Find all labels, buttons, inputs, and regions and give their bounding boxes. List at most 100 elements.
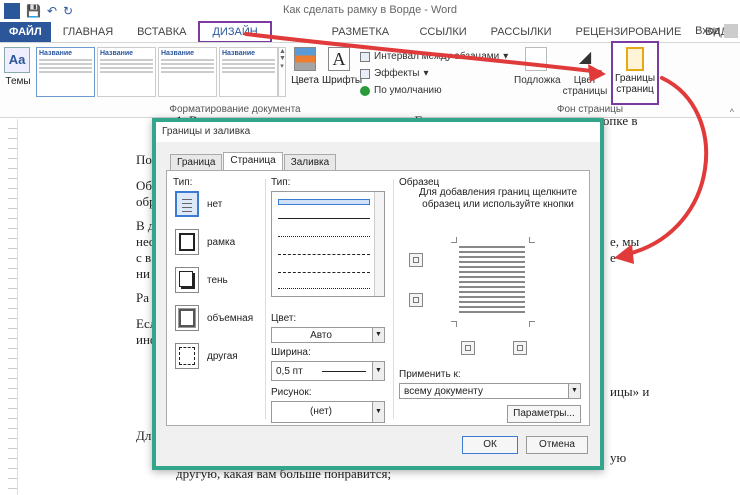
tab-insert[interactable]: ВСТАВКА — [125, 22, 198, 42]
tab-references[interactable]: ССЫЛКИ — [407, 22, 478, 42]
setting-shadow-label: тень — [207, 274, 228, 286]
line-style-list[interactable] — [271, 191, 385, 297]
set-default-button[interactable]: По умолчанию — [360, 82, 508, 99]
border-shadow-icon — [175, 267, 199, 293]
setting-shadow[interactable]: тень — [175, 267, 265, 293]
style-set-title: Название — [222, 50, 256, 57]
vertical-ruler — [8, 119, 18, 495]
art-select-value: (нет) — [310, 406, 332, 417]
doc-line: По — [136, 152, 152, 167]
themes-icon: Aa — [4, 47, 30, 73]
doc-line-fragment: ую — [610, 450, 627, 465]
line-style-dot-dot[interactable] — [278, 288, 370, 289]
options-button[interactable]: Параметры... — [507, 405, 581, 423]
border-box-icon — [175, 229, 199, 255]
doc-line-fragment: ицы» и — [610, 384, 650, 399]
chevron-down-icon: ▼ — [568, 384, 580, 398]
watermark-label: Подложка — [514, 75, 561, 86]
style-set-item[interactable]: Название — [97, 47, 156, 97]
style-set-title: Название — [100, 50, 134, 57]
tab-page-layout[interactable]: РАЗМЕТКА СТРАНИЦЫ — [272, 22, 408, 58]
corner-mark — [529, 237, 535, 243]
paragraph-spacing-label: Интервал между абзацами — [374, 51, 500, 62]
line-style-dotted[interactable] — [278, 236, 370, 237]
bottom-border-icon[interactable] — [409, 293, 423, 307]
colors-icon — [294, 47, 316, 71]
borders-and-shading-dialog: Границы и заливка Граница Страница Залив… — [152, 118, 604, 470]
art-select[interactable]: (нет) ▼ — [271, 401, 385, 423]
apply-to-select[interactable]: всему документу ▼ — [399, 383, 581, 399]
page-color-label: Цвет страницы — [562, 75, 608, 97]
window-title: Как сделать рамку в Ворде - Word — [282, 4, 458, 16]
tab-file[interactable]: ФАЙЛ — [0, 22, 51, 42]
line-style-thin[interactable] — [278, 218, 370, 219]
ribbon-tabs: ФАЙЛ ГЛАВНАЯ ВСТАВКА ДИЗАЙН РАЗМЕТКА СТР… — [0, 21, 740, 58]
right-border-icon[interactable] — [513, 341, 527, 355]
sign-in-link[interactable]: Вход — [695, 25, 720, 37]
colors-label: Цвета — [291, 75, 319, 86]
watermark-button[interactable]: Подложка — [514, 47, 561, 86]
style-set-gallery: Название Название Название Название — [36, 47, 278, 97]
border-3d-icon — [175, 305, 199, 331]
watermark-icon — [525, 47, 547, 71]
paragraph-spacing-icon — [360, 51, 370, 62]
setting-3d-label: объемная — [207, 312, 254, 324]
apply-to-value: всему документу — [404, 386, 483, 397]
checkmark-icon — [360, 85, 370, 96]
paint-bucket-icon: ◢ — [578, 49, 592, 66]
setting-custom-label: другая — [207, 350, 238, 362]
setting-3d[interactable]: объемная — [175, 305, 265, 331]
width-select[interactable]: 0,5 пт ▼ — [271, 361, 385, 381]
color-select[interactable]: Авто ▼ — [271, 327, 385, 343]
set-default-label: По умолчанию — [374, 85, 442, 96]
doc-line: Дл — [136, 428, 152, 443]
tab-mailings[interactable]: РАССЫЛКИ — [479, 22, 564, 42]
setting-box[interactable]: рамка — [175, 229, 265, 255]
border-none-icon — [175, 191, 199, 217]
avatar[interactable] — [724, 24, 738, 38]
line-style-dash-dot[interactable] — [278, 272, 370, 273]
style-set-title: Название — [161, 50, 195, 57]
style-set-item[interactable]: Название — [36, 47, 95, 97]
tab-review[interactable]: РЕЦЕНЗИРОВАНИЕ — [564, 22, 694, 42]
setting-none-label: нет — [207, 198, 223, 210]
page-color-button[interactable]: ◢ Цвет страницы — [562, 47, 608, 97]
divider — [393, 179, 394, 419]
tab-home[interactable]: ГЛАВНАЯ — [51, 22, 125, 42]
ok-button[interactable]: ОК — [462, 436, 518, 454]
line-style-dashed[interactable] — [278, 254, 370, 255]
border-preview[interactable] — [459, 243, 525, 319]
effects-button[interactable]: Эффекты ▾ — [360, 65, 508, 82]
cancel-button[interactable]: Отмена — [526, 436, 588, 454]
page-borders-button[interactable]: Границы страниц — [611, 41, 659, 105]
doc-line: ни — [136, 266, 150, 281]
gallery-scroll[interactable]: ▲ ▼ ▾ — [278, 47, 286, 97]
style-set-item[interactable]: Название — [158, 47, 217, 97]
color-select-value: Авто — [310, 330, 332, 341]
colors-button[interactable]: Цвета — [290, 47, 320, 86]
fonts-icon: A — [328, 47, 350, 71]
collapse-ribbon-icon[interactable]: ^ — [730, 107, 734, 117]
tab-shading[interactable]: Заливка — [283, 154, 337, 170]
tab-design[interactable]: ДИЗАЙН — [198, 21, 272, 43]
fonts-label: Шрифты — [322, 75, 363, 86]
setting-none[interactable]: нет — [175, 191, 265, 217]
style-list-scrollbar[interactable] — [374, 192, 384, 296]
fonts-button[interactable]: A Шрифты — [322, 47, 363, 86]
chevron-down-icon: ▼ — [372, 402, 384, 422]
setting-custom[interactable]: другая — [175, 343, 265, 369]
style-set-title: Название — [39, 50, 73, 57]
effects-icon — [360, 68, 370, 79]
left-border-icon[interactable] — [461, 341, 475, 355]
tab-page-border[interactable]: Страница — [223, 152, 283, 170]
border-custom-icon — [175, 343, 199, 369]
top-border-icon[interactable] — [409, 253, 423, 267]
tab-borders[interactable]: Граница — [170, 154, 223, 170]
line-style-solid[interactable] — [278, 199, 370, 205]
style-set-item[interactable]: Название — [219, 47, 278, 97]
paragraph-spacing-button[interactable]: Интервал между абзацами ▾ — [360, 48, 508, 65]
title-bar: W 💾 ↶ ↻ Как сделать рамку в Ворде - Word — [0, 0, 740, 22]
themes-label: Темы — [5, 76, 31, 87]
themes-button[interactable]: Aa Темы — [4, 47, 32, 87]
corner-mark — [451, 237, 457, 243]
